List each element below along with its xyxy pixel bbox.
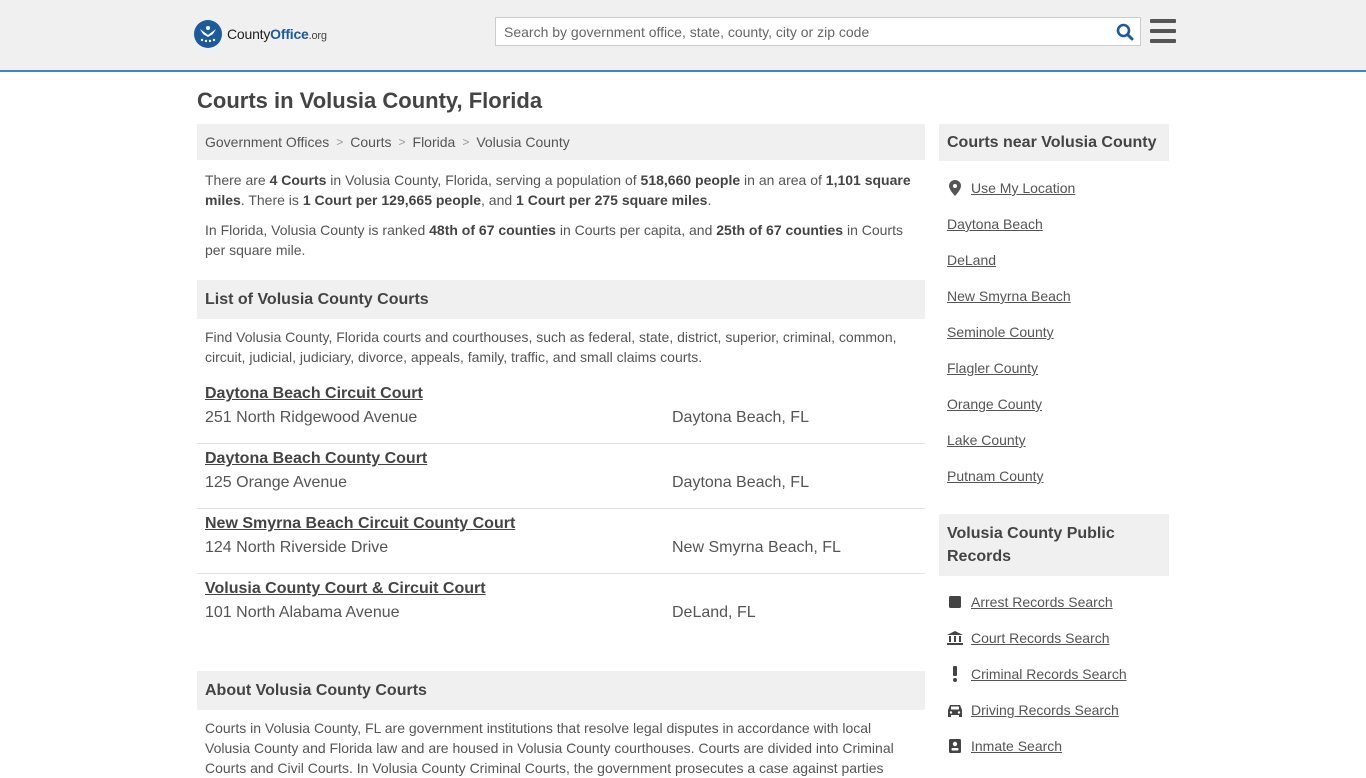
list-item: New Smyrna Beach xyxy=(939,278,1169,314)
chevron-right-icon: > xyxy=(398,135,406,149)
square-icon xyxy=(947,594,963,610)
sidebar: Courts near Volusia County Use My Locati… xyxy=(939,124,1169,764)
list-item: Use My Location xyxy=(939,170,1169,206)
court-link[interactable]: Daytona Beach County Court xyxy=(205,450,427,468)
list-item: DeLand xyxy=(939,242,1169,278)
breadcrumb-courts[interactable]: Courts xyxy=(350,134,391,150)
nearby-list: Use My Location Daytona Beach DeLand New… xyxy=(939,170,1169,494)
nearby-link[interactable]: Seminole County xyxy=(947,324,1054,340)
search-icon xyxy=(1116,23,1134,40)
list-item: Daytona Beach xyxy=(939,206,1169,242)
list-item: Criminal Records Search xyxy=(939,656,1169,692)
site-logo[interactable]: CountyOffice.org xyxy=(194,20,327,48)
about-heading: About Volusia County Courts xyxy=(197,671,925,710)
driving-records-link[interactable]: Driving Records Search xyxy=(971,702,1119,718)
courthouse-icon xyxy=(947,630,963,646)
about-text: Courts in Volusia County, FL are governm… xyxy=(205,720,894,776)
records-list: Arrest Records Search Court Records Sear… xyxy=(939,584,1169,764)
breadcrumb-florida[interactable]: Florida xyxy=(413,134,456,150)
list-item: Volusia County Court & Circuit Court 101… xyxy=(197,574,925,639)
nearby-link[interactable]: Lake County xyxy=(947,432,1026,448)
search-input[interactable] xyxy=(496,18,1110,45)
list-item: Daytona Beach County Court 125 Orange Av… xyxy=(197,444,925,509)
list-item: Driving Records Search xyxy=(939,692,1169,728)
court-records-link[interactable]: Court Records Search xyxy=(971,630,1110,646)
criminal-records-link[interactable]: Criminal Records Search xyxy=(971,666,1127,682)
nearby-courts-heading: Courts near Volusia County xyxy=(939,124,1169,161)
intro-paragraph-ranking: In Florida, Volusia County is ranked 48t… xyxy=(205,222,903,258)
court-address: 251 North Ridgewood Avenue xyxy=(205,409,418,426)
use-my-location-link[interactable]: Use My Location xyxy=(971,180,1075,196)
exclamation-icon xyxy=(947,666,963,682)
list-item: Lake County xyxy=(939,422,1169,458)
arrest-records-link[interactable]: Arrest Records Search xyxy=(971,594,1113,610)
list-item: Court Records Search xyxy=(939,620,1169,656)
public-records-heading: Volusia County Public Records xyxy=(939,514,1169,576)
id-badge-icon xyxy=(947,738,963,754)
inmate-search-link[interactable]: Inmate Search xyxy=(971,738,1062,754)
court-city: New Smyrna Beach, FL xyxy=(672,539,841,556)
logo-text: CountyOffice.org xyxy=(227,26,327,42)
court-address: 125 Orange Avenue xyxy=(205,474,348,491)
logo-icon xyxy=(194,20,222,48)
list-item: Putnam County xyxy=(939,458,1169,494)
nearby-link[interactable]: New Smyrna Beach xyxy=(947,288,1071,304)
list-item: Daytona Beach Circuit Court 251 North Ri… xyxy=(197,379,925,444)
list-item: Seminole County xyxy=(939,314,1169,350)
nearby-link[interactable]: Putnam County xyxy=(947,468,1044,484)
list-item: Flagler County xyxy=(939,350,1169,386)
breadcrumb-volusia-county: Volusia County xyxy=(476,134,570,150)
list-item: Inmate Search xyxy=(939,728,1169,764)
court-address: 101 North Alabama Avenue xyxy=(205,604,400,621)
chevron-right-icon: > xyxy=(336,135,344,149)
car-icon xyxy=(947,702,963,718)
nearby-link[interactable]: Daytona Beach xyxy=(947,216,1043,232)
search-bar xyxy=(495,17,1141,46)
courts-list-description: Find Volusia County, Florida courts and … xyxy=(205,329,897,365)
court-link[interactable]: Daytona Beach Circuit Court xyxy=(205,385,423,403)
court-link[interactable]: New Smyrna Beach Circuit County Court xyxy=(205,515,515,533)
search-button[interactable] xyxy=(1110,18,1140,45)
nearby-link[interactable]: Flagler County xyxy=(947,360,1038,376)
court-city: Daytona Beach, FL xyxy=(672,474,809,491)
court-city: DeLand, FL xyxy=(672,604,756,621)
breadcrumb: Government Offices > Courts > Florida > … xyxy=(197,124,925,160)
list-item: New Smyrna Beach Circuit County Court 12… xyxy=(197,509,925,574)
map-marker-icon xyxy=(947,180,963,196)
intro-paragraph-stats: There are 4 Courts in Volusia County, Fl… xyxy=(205,172,911,208)
courts-list: Daytona Beach Circuit Court 251 North Ri… xyxy=(197,379,925,639)
courts-list-heading: List of Volusia County Courts xyxy=(197,280,925,319)
chevron-right-icon: > xyxy=(462,135,470,149)
intro-text: There are 4 Courts in Volusia County, Fl… xyxy=(197,170,925,260)
court-city: Daytona Beach, FL xyxy=(672,409,809,426)
main-content: Government Offices > Courts > Florida > … xyxy=(197,124,925,778)
court-address: 124 North Riverside Drive xyxy=(205,539,389,556)
court-link[interactable]: Volusia County Court & Circuit Court xyxy=(205,580,486,598)
site-header: CountyOffice.org xyxy=(0,0,1366,72)
list-item: Orange County xyxy=(939,386,1169,422)
hamburger-menu-icon[interactable] xyxy=(1150,19,1176,43)
list-item: Arrest Records Search xyxy=(939,584,1169,620)
nearby-link[interactable]: Orange County xyxy=(947,396,1042,412)
page-title: Courts in Volusia County, Florida xyxy=(197,88,543,113)
nearby-link[interactable]: DeLand xyxy=(947,252,996,268)
breadcrumb-government-offices[interactable]: Government Offices xyxy=(205,134,329,150)
